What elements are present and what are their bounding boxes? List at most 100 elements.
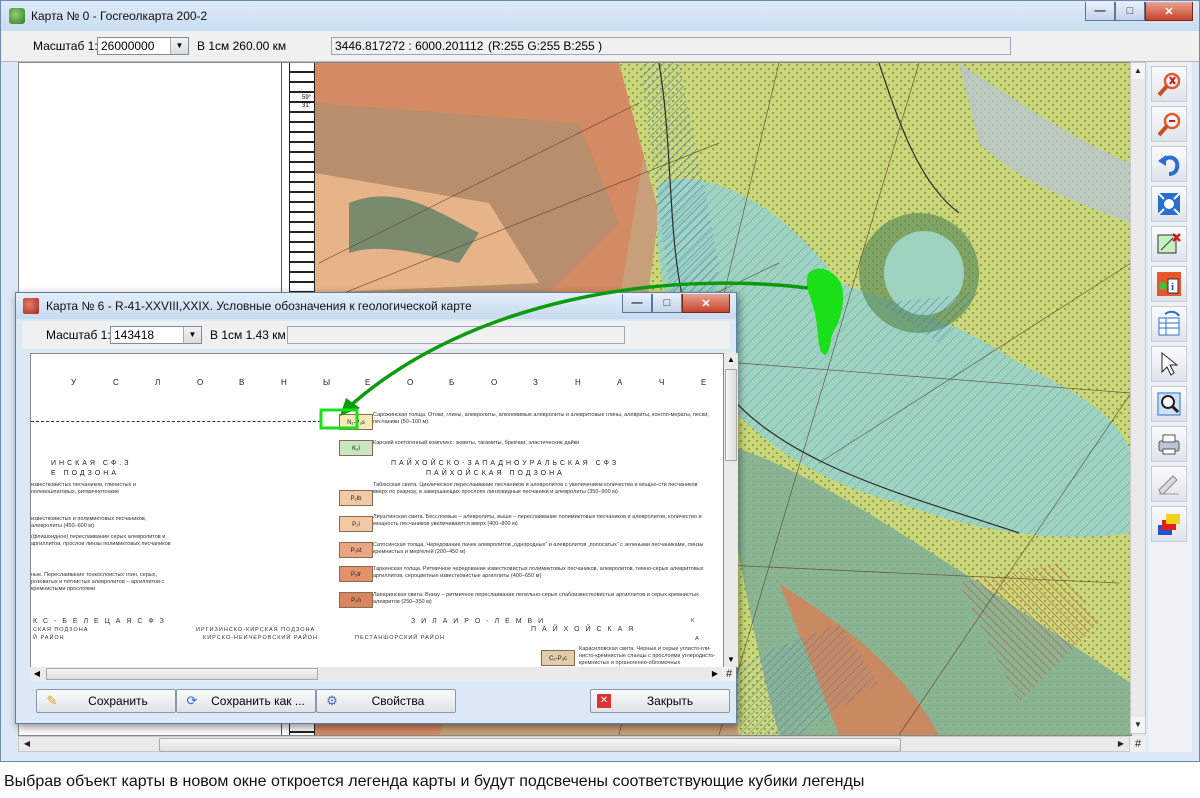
legend-close-window-button[interactable]: ✕: [682, 294, 730, 313]
scroll-left-arrow-icon[interactable]: ◀: [19, 737, 35, 751]
coordinates-readout: 3446.817272 : 6000.201112 (R:255 G:255 B…: [331, 37, 1011, 55]
legend-header-letter: З: [533, 378, 538, 387]
legend-vertical-thumb[interactable]: [725, 369, 737, 461]
minimize-button[interactable]: —: [1085, 2, 1115, 21]
legend-dashed-line: [31, 421, 321, 422]
properties-icon: ⚙: [326, 693, 338, 708]
properties-button-label: Свойства: [371, 694, 425, 708]
fit-extent-icon[interactable]: [1151, 186, 1187, 222]
legend-paragraph-4: Сатосинская толща. Чередование пачек але…: [373, 542, 704, 555]
legend-header-letter: Н: [575, 378, 581, 387]
legend-symbol-box[interactable]: N₁-P₃s: [339, 414, 373, 430]
legend-header-letter: Б: [449, 378, 455, 387]
legend-document[interactable]: У С Л О В Н Ы Е О Б О З Н А Ч Е N₁-P₃s K₂l P₂lb P₂l P₃st P₃t…: [30, 353, 724, 669]
legend-left-paragraph-2: (флишоидное) переслаивание серых алеврол…: [31, 534, 171, 547]
legend-scale-combo[interactable]: 143418 ▼: [110, 326, 202, 344]
legend-left-heading-0: ИНСКАЯ СФ.З: [51, 460, 132, 467]
pointer-icon[interactable]: [1151, 346, 1187, 382]
scroll-right-arrow-icon[interactable]: ▶: [1113, 737, 1129, 751]
properties-button[interactable]: ⚙ Свойства: [316, 689, 456, 713]
info-icon[interactable]: i: [1151, 266, 1187, 302]
legend-symbol-box[interactable]: P₃st: [339, 542, 373, 558]
legend-header-letter: У: [71, 378, 77, 387]
map-horizontal-scrollbar[interactable]: ◀ ▶: [18, 736, 1130, 752]
find-icon[interactable]: [1151, 386, 1187, 422]
legend-symbol-box[interactable]: K₂l: [339, 440, 373, 456]
close-button[interactable]: ✕ Закрыть: [590, 689, 730, 713]
save-button[interactable]: ✎ Сохранить: [36, 689, 176, 713]
legend-left-paragraph-0: известковистых песчаников, гли­нистых и …: [31, 482, 136, 495]
zoom-out-icon[interactable]: [1151, 106, 1187, 142]
legend-header-letter: С: [113, 378, 119, 387]
legend-minimize-button[interactable]: —: [622, 294, 652, 313]
legend-bottom-heading-2: П А Й Х О Й С К А Я: [531, 626, 636, 633]
legend-header-letter: О: [197, 378, 204, 387]
legend-bottom-heading-1: З И Л А И Р О - Л Е М В И: [411, 618, 546, 625]
legend-left-heading-1: Е ПОДЗОНА: [51, 470, 119, 477]
horizontal-scroll-thumb[interactable]: [159, 738, 901, 752]
legend-header-letter: А: [617, 378, 623, 387]
map-app-icon: [9, 8, 25, 24]
legend-symbol-box[interactable]: P₃n: [339, 592, 373, 608]
legend-paragraph-5: Таркенская толща. Ритмичное чередование …: [373, 566, 704, 579]
main-window-title: Карта № 0 - Госгеолкарта 200-2: [31, 9, 208, 23]
legend-symbol-box[interactable]: C₂-P₃c: [541, 650, 575, 666]
edit-icon[interactable]: [1151, 466, 1187, 502]
tool-sidebar: i: [1148, 62, 1192, 752]
main-title-bar[interactable]: Карта № 0 - Госгеолкарта 200-2 — □ ✕: [1, 1, 1199, 32]
legend-scale-label: Масштаб 1:: [46, 328, 111, 342]
legend-bottom-heading-0: К С - Б Е Л Е Ц А Я С Ф З: [33, 618, 166, 625]
legend-bottom-sub-0: СКАЯ ПОДЗОНА: [33, 627, 89, 633]
zoom-in-icon[interactable]: [1151, 66, 1187, 102]
undo-icon[interactable]: [1151, 146, 1187, 182]
scroll-right-arrow-icon[interactable]: ▶: [708, 667, 722, 681]
legend-symbol-box[interactable]: P₂l: [339, 516, 373, 532]
legend-header-letter: Ч: [659, 378, 665, 387]
close-button[interactable]: ✕: [1145, 2, 1193, 21]
legend-symbol-box[interactable]: P₂lb: [339, 490, 373, 506]
maximize-button[interactable]: □: [1115, 2, 1145, 21]
scroll-left-arrow-icon[interactable]: ◀: [30, 667, 44, 681]
layers-icon[interactable]: [1151, 506, 1187, 542]
scroll-down-arrow-icon[interactable]: ▼: [1131, 717, 1145, 733]
legend-button-row: ✎ Сохранить ⟳ Сохранить как ... ⚙ Свойст…: [30, 689, 730, 715]
scale-value: 26000000: [101, 39, 155, 53]
legend-horizontal-thumb[interactable]: [46, 668, 318, 680]
scroll-up-arrow-icon[interactable]: ▲: [1131, 63, 1145, 79]
scroll-up-arrow-icon[interactable]: ▲: [724, 353, 738, 367]
close-icon: ✕: [597, 694, 611, 708]
chevron-down-icon[interactable]: ▼: [183, 327, 201, 343]
scroll-down-arrow-icon[interactable]: ▼: [724, 653, 738, 667]
main-toolbar: Масштаб 1: 26000000 ▼ В 1см 260.00 км 34…: [1, 31, 1199, 62]
legend-header-letter: О: [491, 378, 498, 387]
chevron-down-icon[interactable]: ▼: [170, 38, 188, 54]
print-icon[interactable]: [1151, 426, 1187, 462]
legend-left-paragraph-3: ные. Переслаивание тонкослоистых глин, с…: [31, 572, 165, 592]
legend-maximize-button[interactable]: □: [652, 294, 682, 313]
legend-paragraph-1: Карский коптогенный комплекс: зювиты, та…: [373, 440, 580, 446]
save-button-label: Сохранить: [88, 694, 148, 708]
legend-bottom-sub-6: А: [695, 636, 700, 642]
rgb-value: (R:255 G:255 B:255 ): [488, 39, 603, 53]
legend-paragraph-6: Лапаринская свита. Внизу – ритмичное пер…: [373, 592, 699, 605]
legend-bottom-sub-1: Й РАЙОН: [33, 635, 65, 641]
legend-table-icon[interactable]: [1151, 306, 1187, 342]
legend-corner-hash: #: [722, 667, 736, 681]
legend-header-letter: Н: [281, 378, 287, 387]
legend-header-letter: Е: [701, 378, 707, 387]
scale-combo[interactable]: 26000000 ▼: [97, 37, 189, 55]
scale-label: Масштаб 1:: [33, 39, 98, 53]
zoom-window-icon[interactable]: [1151, 226, 1187, 262]
legend-vertical-scrollbar[interactable]: ▲ ▼: [724, 353, 738, 667]
legend-horizontal-scrollbar[interactable]: ◀ ▶: [30, 667, 722, 681]
map-corner-hash: #: [1130, 736, 1146, 752]
map-vertical-scrollbar[interactable]: ▲ ▼: [1130, 62, 1146, 734]
save-as-button[interactable]: ⟳ Сохранить как ...: [176, 689, 316, 713]
legend-symbol-box[interactable]: P₃tr: [339, 566, 373, 582]
legend-title-bar[interactable]: Карта № 6 - R-41-XXVIII,XXIX. Условные о…: [16, 293, 736, 319]
legend-scale-value: 143418: [114, 328, 155, 342]
legend-bottom-sub-2: ИРГИЗИНСКО-КИРСКАЯ ПОДЗОНА: [196, 627, 316, 633]
legend-status-box: [287, 326, 625, 344]
caption-text: Выбрав объект карты в новом окне откроет…: [4, 773, 865, 790]
legend-window-title: Карта № 6 - R-41-XXVIII,XXIX. Условные о…: [46, 299, 472, 313]
